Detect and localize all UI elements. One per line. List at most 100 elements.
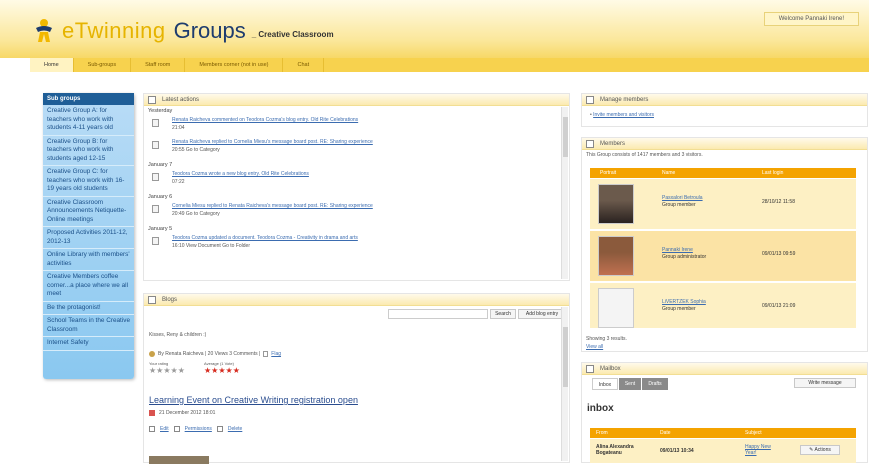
write-message-button[interactable]: Write message [794,378,856,388]
blog-entry-actions: Edit Permissions Delete [149,426,242,432]
flag-link[interactable]: Flag [271,351,281,357]
blogs-header: Blogs [144,294,569,306]
nav-staff-room[interactable]: Staff room [131,58,186,72]
blog-search-input[interactable] [388,309,488,319]
logo-etwinning-text: eTwinning [62,18,166,43]
permissions-link[interactable]: Permissions [185,426,212,432]
activity-line[interactable]: Renata Raicheva replied to Cornelia Mies… [172,138,569,146]
window-icon [586,140,594,148]
activity-sub[interactable]: 16:10 View Document Go to Folder [172,242,569,250]
mail-subject[interactable]: Happy New Year! [745,444,781,456]
nav-sub-groups[interactable]: Sub-groups [74,58,132,72]
blog-greeting: Kisses, Reny & children :) [149,332,207,338]
your-rating-stars[interactable]: ★★★★★ [149,367,185,375]
mail-date: 09/01/13 10:34 [660,448,694,454]
day-label: Yesterday [148,108,173,114]
members-panel: Members This Group consists of 1417 memb… [581,137,868,352]
sidebar-heading: Sub groups [43,93,134,105]
tab-sent[interactable]: Sent [619,378,641,390]
activity-sub: 21:04 [172,125,185,131]
invite-members-link[interactable]: Invite members and visitors [593,112,654,118]
avatar[interactable] [598,184,634,224]
member-name[interactable]: LiVERTZEK Sophia [662,299,706,306]
activity-line[interactable]: Teodora Cozma updated a document. Teodor… [172,234,569,242]
activity-sub[interactable]: 20:49 Go to Category [172,210,569,218]
col-last-login: Last login [762,170,784,176]
mail-actions-label: Actions [814,447,831,453]
window-icon [586,365,594,373]
activity-item: Teodora Cozma wrote a new blog entry. Ol… [144,170,569,192]
sidebar-item-group-b[interactable]: Creative Group B: for teachers who work … [43,136,134,166]
etwinning-logo[interactable]: eTwinning Groups _ Creative Classroom [30,14,334,44]
blog-entry-title[interactable]: Learning Event on Creative Writing regis… [149,395,358,405]
edit-link[interactable]: Edit [160,426,169,432]
members-showing: Showing 3 results. [586,336,627,342]
subgroups-sidebar: Sub groups Creative Group A: for teacher… [43,93,134,379]
calendar-icon [149,410,155,416]
mailbox-panel: Mailbox Inbox Sent Drafts Write message … [581,362,868,463]
members-table-header: Portrait Name Last login [590,168,856,178]
scrollbar-thumb[interactable] [563,117,568,157]
activity-item: Renata Raicheva commented on Teodora Coz… [144,116,569,138]
nav-members-corner[interactable]: Members corner (not in use) [185,58,284,72]
member-name[interactable]: Pasxalori Betroula [662,195,703,202]
activity-feed: Yesterday Renata Raicheva commented on T… [144,106,569,256]
nav-home[interactable]: Home [30,58,74,72]
members-header: Members [582,138,867,150]
sidebar-item-school-teams[interactable]: School Teams in the Creative Classroom [43,315,134,337]
activity-item: Renata Raicheva replied to Cornelia Mies… [144,138,569,160]
nav-chat[interactable]: Chat [283,58,325,72]
member-name[interactable]: Pannaki Irene [662,247,706,254]
activity-line[interactable]: Renata Raicheva commented on Teodora Coz… [172,116,569,124]
member-last-login: 09/01/13 09:59 [762,251,796,257]
window-icon [586,96,594,104]
mail-table-header: From Date Subject [590,428,856,438]
document-icon [152,237,159,245]
blog-entry-date: 21 December 2012 18:01 [159,410,216,416]
search-button[interactable]: Search [490,309,516,319]
col-date: Date [660,430,671,436]
average-rating-stars: ★★★★★ [204,366,240,375]
sidebar-item-protagonist[interactable]: Be the protagonist! [43,302,134,315]
view-all-members-link[interactable]: View all [586,344,603,350]
member-info: LiVERTZEK Sophia Group member [662,299,706,313]
tab-inbox[interactable]: Inbox [592,378,618,390]
activity-item: Teodora Cozma updated a document. Teodor… [144,234,569,256]
mail-actions-button[interactable]: ✎ Actions [800,445,840,455]
sidebar-item-proposed-activities[interactable]: Proposed Activities 2011-12, 2012-13 [43,227,134,249]
comment-icon [152,119,159,127]
day-label: January 6 [148,194,173,200]
blog-entry-date-row: 21 December 2012 18:01 [149,410,215,416]
feed-scrollbar[interactable] [561,107,568,279]
sidebar-item-online-library[interactable]: Online Library with members' activities [43,249,134,271]
sidebar-item-internet-safety[interactable]: Internet Safety [43,337,134,351]
invite-row: • Invite members and visitors [590,112,654,118]
site-header: eTwinning Groups _ Creative Classroom We… [0,0,869,58]
delete-link[interactable]: Delete [228,426,242,432]
blog-byline-row: By Renata Raicheva | 20 Views 3 Comments… [149,351,281,357]
author-icon [149,351,155,357]
flag-icon [263,351,269,357]
group-name: _ Creative Classroom [251,30,334,39]
blogs-panel: Blogs Search Add blog entry Kisses, Reny… [143,293,570,464]
sidebar-item-group-c[interactable]: Creative Group C: for teachers who work … [43,166,134,197]
add-blog-entry-button[interactable]: Add blog entry [518,309,566,319]
sidebar-item-group-a[interactable]: Creative Group A: for teachers who work … [43,105,134,136]
table-row: Pannaki Irene Group administrator 09/01/… [590,231,856,281]
activity-line[interactable]: Teodora Cozma wrote a new blog entry. Ol… [172,170,569,178]
reply-icon [152,141,159,149]
inbox-heading: inbox [587,403,614,414]
activity-sub[interactable]: 20:55 Go to Category [172,146,569,154]
members-summary: This Group consists of 1417 members and … [586,152,703,158]
blogs-scrollbar[interactable] [561,307,568,461]
member-last-login: 28/10/12 11:58 [762,199,795,205]
sidebar-item-coffee-corner[interactable]: Creative Members coffee corner...a place… [43,271,134,302]
tab-drafts[interactable]: Drafts [642,378,668,390]
activity-line[interactable]: Cornelia Miesu replied to Renata Raichev… [172,202,569,210]
avatar[interactable] [598,236,634,276]
sidebar-item-announcements[interactable]: Creative Classroom Announcements Netique… [43,197,134,227]
avatar[interactable] [598,288,634,328]
blog-icon [148,296,156,304]
blog-byline: By Renata Raicheva | 20 Views 3 Comments… [158,351,261,357]
scrollbar-thumb[interactable] [563,327,568,387]
